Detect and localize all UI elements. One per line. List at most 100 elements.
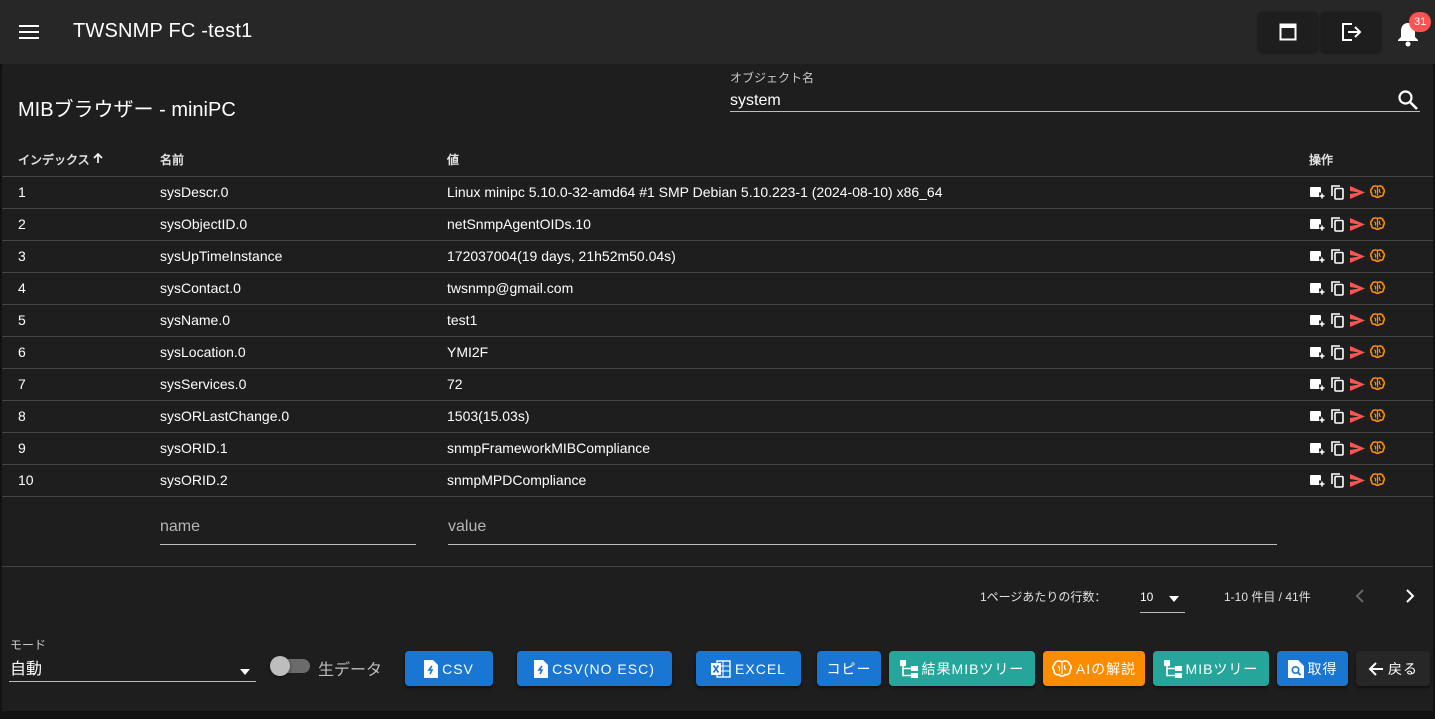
add-to-list-icon[interactable] [1309,376,1326,393]
chevron-right-icon [1406,589,1415,603]
copy-icon[interactable] [1329,376,1346,393]
copy-icon[interactable] [1329,216,1346,233]
window-icon [1279,23,1297,41]
send-icon[interactable] [1349,376,1366,393]
add-to-list-icon[interactable] [1309,184,1326,201]
table-row[interactable]: 6 sysLocation.0 YMI2F [2,336,1433,369]
cell-value: YMI2F [447,336,1309,369]
header-index[interactable]: インデックス [2,144,160,177]
copy-icon[interactable] [1329,280,1346,297]
app-bar: TWSNMP FC -test1 31 [0,0,1435,64]
table-row[interactable]: 7 sysServices.0 72 [2,368,1433,401]
cell-index: 4 [2,272,160,305]
name-filter-input[interactable] [160,512,416,542]
cell-name: sysORID.1 [160,432,447,465]
cell-value: Linux minipc 5.10.0-32-amd64 #1 SMP Debi… [447,176,1309,209]
result-mib-tree-button[interactable]: 結果MIBツリー [889,651,1035,686]
row-actions [1309,312,1433,329]
back-button[interactable]: 戻る [1356,651,1430,686]
table-row[interactable]: 2 sysObjectID.0 netSnmpAgentOIDs.10 [2,208,1433,241]
copy-icon[interactable] [1329,408,1346,425]
csv-button[interactable]: CSV [405,651,493,686]
send-icon[interactable] [1349,344,1366,361]
table-row[interactable]: 5 sysName.0 test1 [2,304,1433,337]
table-row[interactable]: 3 sysUpTimeInstance 172037004(19 days, 2… [2,240,1433,273]
add-to-list-icon[interactable] [1309,248,1326,265]
cell-name: sysLocation.0 [160,336,447,369]
mib-table: インデックス 名前 値 操作 1 sysDescr.0 Linux minipc… [2,144,1433,497]
cell-name: sysORID.2 [160,464,447,497]
add-to-list-icon[interactable] [1309,440,1326,457]
add-to-list-icon[interactable] [1309,216,1326,233]
next-page-button[interactable] [1396,582,1424,610]
send-icon[interactable] [1349,248,1366,265]
send-icon[interactable] [1349,280,1366,297]
search-icon[interactable] [1396,88,1420,112]
copy-button[interactable]: コピー [817,651,881,686]
add-to-list-icon[interactable] [1309,408,1326,425]
send-icon[interactable] [1349,312,1366,329]
copy-icon[interactable] [1329,248,1346,265]
mode-select[interactable]: モード 自動 [9,634,256,682]
brain-icon[interactable] [1369,184,1386,201]
name-filter-field [160,512,416,545]
brain-icon[interactable] [1369,280,1386,297]
cell-value: test1 [447,304,1309,337]
object-name-input[interactable] [730,89,1380,113]
add-to-list-icon[interactable] [1309,472,1326,489]
brain-icon[interactable] [1369,472,1386,489]
value-filter-field [448,512,1277,545]
send-icon[interactable] [1349,216,1366,233]
send-icon[interactable] [1349,184,1366,201]
bottom-strip [0,711,1435,719]
menu-icon[interactable] [14,17,44,47]
row-actions [1309,248,1433,265]
send-icon[interactable] [1349,472,1366,489]
send-icon[interactable] [1349,440,1366,457]
logout-button[interactable] [1321,12,1381,52]
brain-icon[interactable] [1369,408,1386,425]
copy-icon[interactable] [1329,312,1346,329]
table-row[interactable]: 8 sysORLastChange.0 1503(15.03s) [2,400,1433,433]
mib-browser-card: MIBブラウザー - miniPC オブジェクト名 インデックス 名前 値 操作… [2,64,1433,711]
add-to-list-icon[interactable] [1309,312,1326,329]
table-header-row: インデックス 名前 値 操作 [2,144,1433,177]
table-row[interactable]: 10 sysORID.2 snmpMPDCompliance [2,464,1433,497]
header-value[interactable]: 値 [447,144,1309,177]
app-title: TWSNMP FC -test1 [73,20,253,42]
cell-value: 72 [447,368,1309,401]
table-row[interactable]: 9 sysORID.1 snmpFrameworkMIBCompliance [2,432,1433,465]
header-name[interactable]: 名前 [160,144,447,177]
cell-ops [1309,240,1433,273]
mib-tree-button[interactable]: MIBツリー [1153,651,1269,686]
get-button[interactable]: 取得 [1277,651,1348,686]
rows-per-page-label: 1ページあたりの行数： [980,590,1107,604]
cell-index: 7 [2,368,160,401]
value-filter-input[interactable] [448,512,1277,542]
copy-icon[interactable] [1329,440,1346,457]
copy-icon[interactable] [1329,472,1346,489]
brain-icon[interactable] [1369,376,1386,393]
row-actions [1309,472,1433,489]
window-button[interactable] [1258,12,1318,52]
object-name-label: オブジェクト名 [730,71,815,85]
copy-icon[interactable] [1329,344,1346,361]
add-to-list-icon[interactable] [1309,344,1326,361]
csv-no-esc-button[interactable]: CSV(NO ESC) [517,651,672,686]
send-icon[interactable] [1349,408,1366,425]
add-to-list-icon[interactable] [1309,280,1326,297]
excel-button[interactable]: EXCEL [696,651,801,686]
ai-explain-button[interactable]: AIの解説 [1043,651,1145,686]
table-row[interactable]: 4 sysContact.0 twsnmp@gmail.com [2,272,1433,305]
table-row[interactable]: 1 sysDescr.0 Linux minipc 5.10.0-32-amd6… [2,176,1433,209]
raw-data-toggle[interactable] [270,656,310,676]
sort-up-icon [93,153,103,167]
brain-icon[interactable] [1369,248,1386,265]
rows-per-page-select[interactable]: 10 [1140,580,1185,613]
brain-icon[interactable] [1369,216,1386,233]
brain-icon[interactable] [1369,344,1386,361]
brain-icon[interactable] [1369,440,1386,457]
prev-page-button[interactable] [1346,582,1374,610]
copy-icon[interactable] [1329,184,1346,201]
brain-icon[interactable] [1369,312,1386,329]
